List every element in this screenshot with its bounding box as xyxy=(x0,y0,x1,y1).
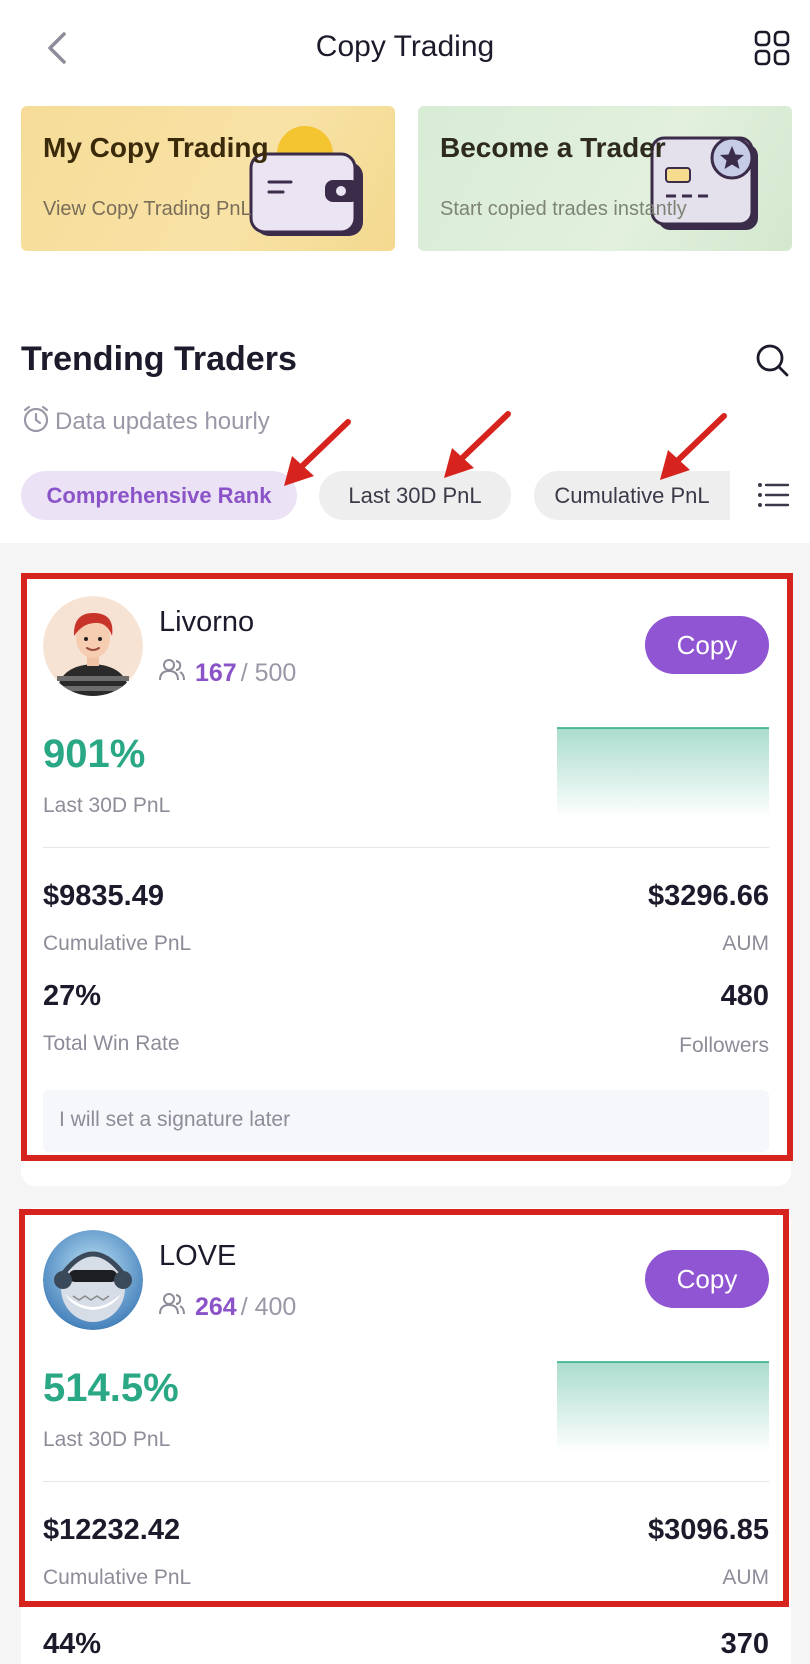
win-rate-value: 44% xyxy=(43,1628,102,1660)
highlight-box xyxy=(19,1209,789,1607)
update-note: Data updates hourly xyxy=(21,404,270,439)
annotation-arrow xyxy=(284,419,351,486)
promo-subtitle: Start copied trades instantly xyxy=(440,198,687,220)
promo-title: My Copy Trading xyxy=(43,132,269,163)
filter-comprehensive-rank[interactable]: Comprehensive Rank xyxy=(21,471,297,520)
become-trader-card[interactable]: Become a Trader Start copied trades inst… xyxy=(418,106,792,251)
followers-value: 370 xyxy=(720,1628,769,1660)
annotation-arrow xyxy=(660,413,727,480)
clock-icon xyxy=(21,404,51,439)
search-icon[interactable] xyxy=(754,342,790,378)
promo-title: Become a Trader xyxy=(440,132,666,163)
update-text: Data updates hourly xyxy=(55,407,270,435)
highlight-box xyxy=(21,573,793,1161)
grid-menu-icon[interactable] xyxy=(754,30,790,66)
app-header: Copy Trading xyxy=(0,0,810,100)
annotation-arrow xyxy=(444,411,511,478)
promo-subtitle: View Copy Trading PnL xyxy=(43,198,252,220)
section-title: Trending Traders xyxy=(21,340,297,378)
page-title: Copy Trading xyxy=(315,30,495,63)
my-copy-trading-card[interactable]: My Copy Trading View Copy Trading PnL xyxy=(21,106,395,251)
list-sort-icon[interactable] xyxy=(756,477,792,513)
